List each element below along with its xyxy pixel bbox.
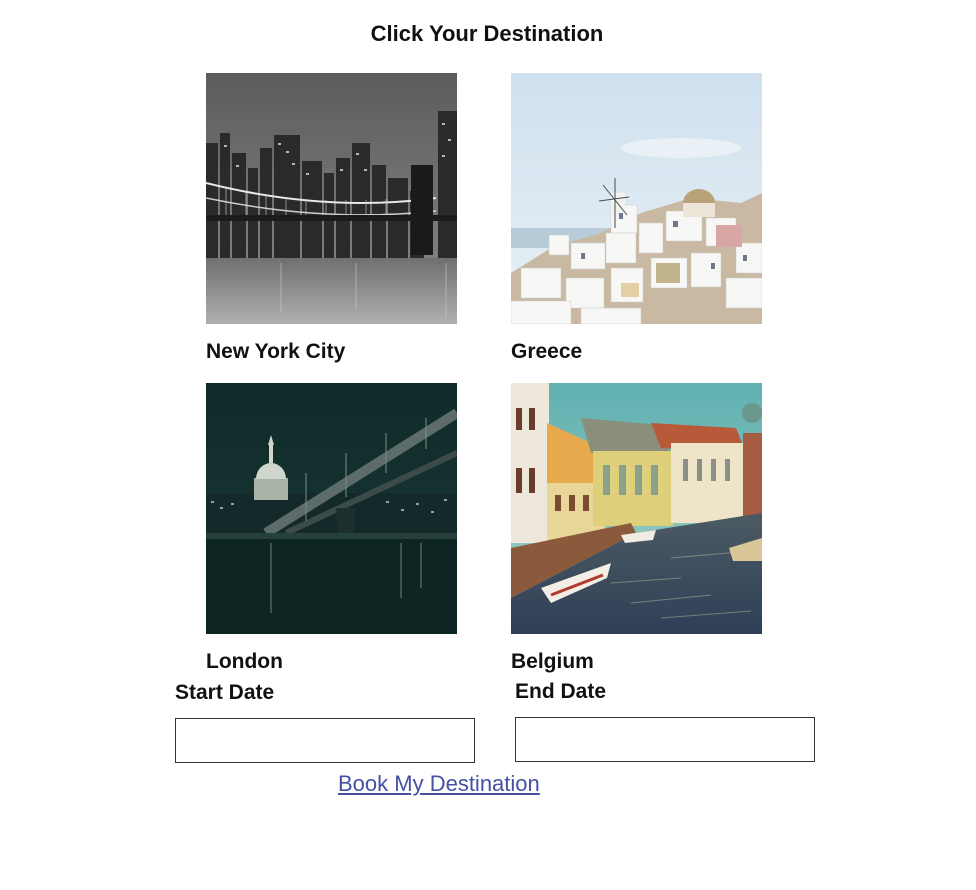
destination-label-new-york-city[interactable]: New York City [206, 339, 345, 365]
page-title: Click Your Destination [370, 21, 604, 46]
london-image[interactable] [206, 383, 457, 634]
destination-card-new-york-city[interactable]: New York City [206, 73, 457, 363]
end-date-input[interactable] [515, 717, 815, 762]
start-date-label: Start Date [175, 681, 275, 704]
destination-card-belgium[interactable]: Belgium [511, 383, 762, 673]
london-photo [206, 383, 457, 634]
destination-label-london[interactable]: London [206, 649, 283, 675]
destination-label-greece[interactable]: Greece [511, 339, 582, 365]
destination-label-belgium[interactable]: Belgium [511, 649, 594, 675]
belgium-image[interactable] [511, 383, 762, 634]
start-date-input[interactable] [175, 718, 475, 763]
belgium-photo [511, 383, 762, 634]
new-york-city-photo [206, 73, 457, 324]
new-york-city-image[interactable] [206, 73, 457, 324]
book-destination-link[interactable]: Book My Destination [338, 771, 540, 797]
destination-card-greece[interactable]: Greece [511, 73, 762, 363]
end-date-label: End Date [515, 680, 607, 703]
greece-photo [511, 73, 762, 324]
greece-image[interactable] [511, 73, 762, 324]
destination-card-london[interactable]: London [206, 383, 457, 673]
